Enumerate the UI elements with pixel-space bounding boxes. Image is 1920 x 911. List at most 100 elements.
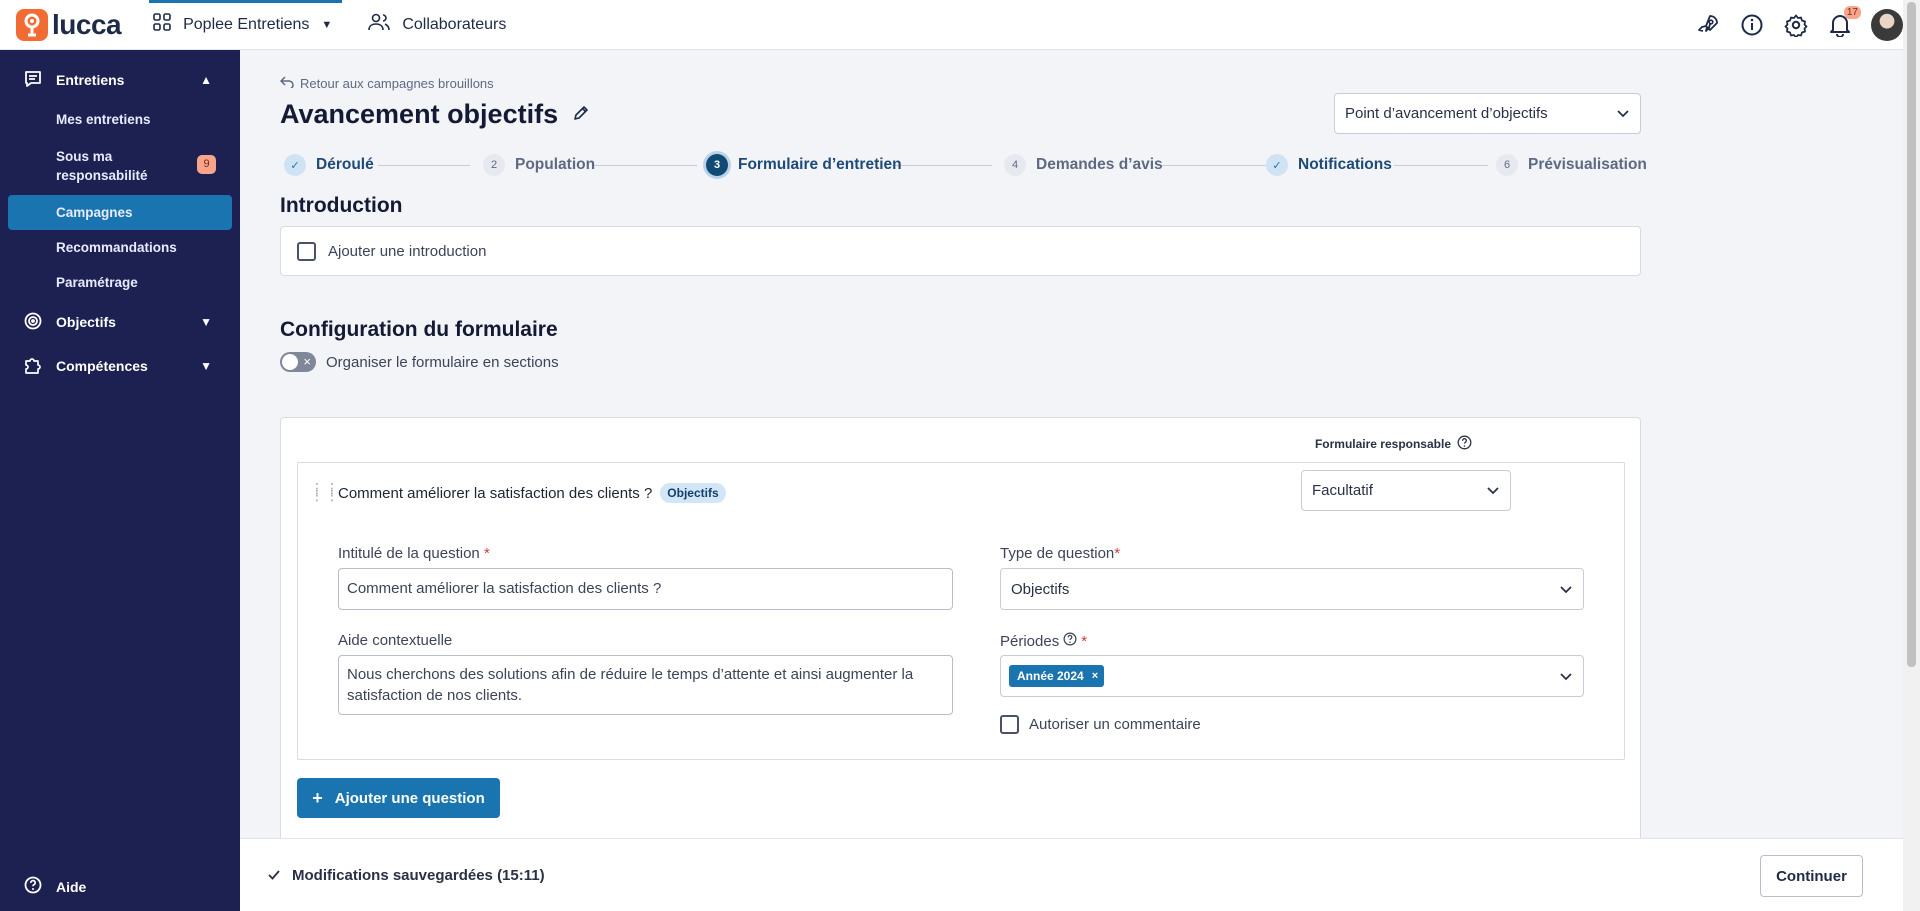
add-question-button[interactable]: + Ajouter une question — [297, 778, 500, 818]
step-label: Notifications — [1298, 156, 1392, 173]
intitule-label-text: Intitulé de la question — [338, 545, 480, 562]
sidebar-item-label: Sous ma responsabilité — [56, 149, 148, 183]
step-deroule[interactable]: ✓ Déroulé — [284, 154, 374, 176]
sections-toggle-row: Organiser le formulaire en sections — [280, 352, 1641, 372]
brand-name: lucca — [52, 8, 122, 40]
sections-toggle-label[interactable]: Organiser le formulaire en sections — [326, 354, 559, 371]
question-block: ⋮⋮ ⋮⋮ Comment améliorer la satisfaction d… — [297, 462, 1625, 760]
bell-icon[interactable]: 17 — [1827, 6, 1861, 38]
help-icon[interactable] — [1457, 435, 1472, 453]
sidebar-item-label: Recommandations — [56, 240, 177, 255]
save-status-text: Modifications sauvegardées (15:11) — [292, 866, 545, 884]
collaborators-label: Collaborateurs — [402, 15, 507, 33]
required-marker: * — [1114, 545, 1121, 562]
step-label: Prévisualisation — [1528, 156, 1647, 173]
template-select[interactable]: Point d’avancement d’objectifs — [1334, 93, 1641, 134]
sidebar-item-sous-ma-responsabilite[interactable]: Sous ma responsabilité 9 — [0, 137, 240, 195]
periode-chip-label: Année 2024 — [1017, 669, 1084, 683]
step-label: Population — [515, 156, 596, 173]
back-link[interactable]: Retour aux campagnes brouillons — [279, 76, 1641, 91]
chat-icon — [24, 70, 42, 91]
step-label: Demandes d’avis — [1036, 156, 1163, 173]
footer-bar: Modifications sauvegardées (15:11) Conti… — [240, 838, 1903, 911]
chevron-up-icon: ▲ — [200, 73, 212, 87]
type-select[interactable]: Objectifs — [1000, 568, 1584, 610]
comment-checkbox-label[interactable]: Autoriser un commentaire — [1029, 716, 1201, 733]
step-previsualisation[interactable]: 6 Prévisualisation — [1496, 154, 1647, 176]
responsible-form-text: Formulaire responsable — [1314, 437, 1451, 451]
sections-toggle[interactable] — [280, 352, 316, 372]
chevron-down-icon: ▼ — [321, 18, 333, 31]
intitule-input[interactable]: Comment améliorer la satisfaction des cl… — [338, 568, 953, 610]
count-badge: 9 — [197, 155, 216, 174]
collaborators-link[interactable]: Collaborateurs — [368, 13, 506, 36]
check-icon — [268, 867, 280, 884]
responsible-visibility-value: Facultatif — [1312, 482, 1373, 499]
periodes-label-text: Périodes — [1000, 632, 1060, 650]
help-icon[interactable] — [1063, 632, 1077, 650]
step-label: Déroulé — [316, 156, 374, 173]
sidebar-item-mes-entretiens[interactable]: Mes entretiens — [0, 102, 240, 137]
chevron-down-icon: ▼ — [200, 359, 212, 373]
notification-badge: 17 — [1843, 6, 1861, 19]
people-icon — [368, 13, 391, 36]
app-switcher[interactable]: Poplee Entretiens ▼ — [149, 0, 343, 50]
intitule-label: Intitulé de la question * — [338, 545, 490, 562]
help-label: Aide — [56, 878, 87, 895]
add-question-label: Ajouter une question — [334, 789, 485, 807]
sidebar-item-parametrage[interactable]: Paramétrage — [0, 265, 240, 300]
sidebar-item-label: Paramétrage — [56, 275, 138, 290]
sidebar-item-recommandations[interactable]: Recommandations — [0, 230, 240, 265]
sidebar-section-entretiens[interactable]: Entretiens ▲ — [0, 58, 240, 102]
form-config-card: Formulaire responsable ⋮⋮ ⋮⋮ Comment amél… — [280, 417, 1641, 867]
main-content: Retour aux campagnes brouillons Avanceme… — [279, 50, 1647, 867]
drag-handle-icon[interactable]: ⋮⋮ ⋮⋮ — [310, 481, 340, 502]
intro-checkbox[interactable] — [297, 241, 316, 261]
intro-checkbox-label[interactable]: Ajouter une introduction — [328, 243, 486, 260]
rocket-icon[interactable] — [1695, 12, 1721, 38]
page-title: Avancement objectifs — [280, 99, 559, 129]
top-actions: 17 — [1695, 0, 1903, 50]
sidebar-item-campagnes[interactable]: Campagnes — [8, 195, 232, 230]
type-select-value: Objectifs — [1011, 580, 1070, 598]
required-marker: * — [483, 545, 490, 562]
section-label: Objectifs — [56, 314, 116, 330]
pencil-icon[interactable] — [572, 104, 590, 126]
aide-textarea[interactable]: Nous cherchons des solutions afin de réd… — [338, 655, 953, 715]
step-notifications[interactable]: ✓ Notifications — [1266, 154, 1392, 176]
type-label-text: Type de question — [1000, 545, 1115, 562]
help-icon — [24, 876, 42, 897]
responsible-visibility-select[interactable]: Facultatif — [1301, 470, 1511, 511]
step-demandes-avis[interactable]: 4 Demandes d’avis — [1004, 154, 1163, 176]
section-label: Compétences — [56, 358, 148, 374]
avatar[interactable] — [1871, 9, 1903, 41]
step-number: 3 — [706, 154, 728, 176]
sidebar-item-label: Mes entretiens — [56, 112, 151, 127]
periodes-select[interactable]: Année 2024 × — [1000, 655, 1584, 697]
comment-checkbox-row: Autoriser un commentaire — [1000, 715, 1201, 734]
comment-checkbox[interactable] — [1000, 715, 1019, 734]
lucca-logo[interactable]: lucca — [16, 8, 122, 41]
sidebar-section-objectifs[interactable]: Objectifs ▼ — [0, 300, 240, 344]
sidebar-item-label: Campagnes — [56, 205, 133, 220]
puzzle-icon — [24, 356, 42, 377]
step-population[interactable]: 2 Population — [483, 154, 595, 176]
scroll-thumb[interactable] — [1907, 2, 1916, 667]
info-icon[interactable] — [1739, 12, 1765, 38]
back-link-label: Retour aux campagnes brouillons — [300, 76, 494, 91]
back-arrow-icon — [279, 76, 294, 91]
intro-heading: Introduction — [280, 194, 403, 217]
periode-chip: Année 2024 × — [1009, 665, 1105, 687]
help-link[interactable]: Aide — [24, 876, 86, 897]
step-formulaire[interactable]: 3 Formulaire d’entretien — [706, 154, 902, 176]
sidebar-section-competences[interactable]: Compétences ▼ — [0, 344, 240, 388]
gear-icon[interactable] — [1783, 12, 1809, 38]
page-scrollbar[interactable] — [1903, 0, 1920, 911]
chevron-down-icon: ▼ — [200, 315, 212, 329]
plus-icon: + — [312, 788, 323, 808]
question-type-tag: Objectifs — [660, 483, 726, 503]
question-title: Comment améliorer la satisfaction des cl… — [338, 484, 653, 502]
step-label: Formulaire d’entretien — [738, 156, 902, 173]
close-icon[interactable]: × — [1092, 670, 1098, 682]
continue-button[interactable]: Continuer — [1760, 855, 1863, 897]
